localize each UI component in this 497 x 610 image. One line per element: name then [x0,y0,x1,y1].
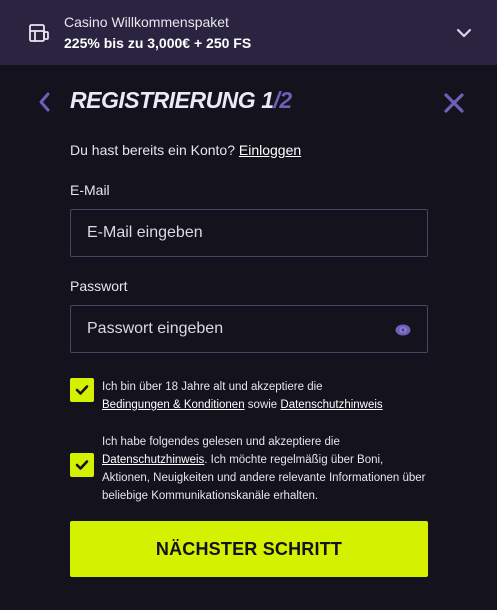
page-title: REGISTRIERUNG 1 / 2 [70,87,292,114]
age-consent-row: Ich bin über 18 Jahre alt und akzeptiere… [70,378,428,414]
promo-title: Casino Willkommenspaket [64,13,229,30]
email-placeholder: E-Mail eingeben [87,224,203,241]
privacy-link-2[interactable]: Datenschutzhinweis [102,454,204,466]
password-label: Passwort [70,278,128,294]
promo-text: Casino Willkommenspaket 225% bis zu 3,00… [64,13,251,53]
age-consent-checkbox[interactable] [70,378,94,402]
chevron-down-icon[interactable] [455,24,473,42]
close-icon[interactable] [443,92,465,114]
age-consent-text-mid: sowie [247,399,278,411]
login-prompt: Du hast bereits ein Konto? Einloggen [70,142,301,158]
terms-link[interactable]: Bedingungen & Konditionen [102,399,245,411]
next-step-button[interactable]: NÄCHSTER SCHRITT [70,521,428,577]
email-label: E-Mail [70,182,110,198]
privacy-link-1[interactable]: Datenschutzhinweis [280,399,382,411]
marketing-consent-row: Ich habe folgendes gelesen und akzeptier… [70,433,428,505]
login-link[interactable]: Einloggen [239,142,301,158]
password-placeholder: Passwort eingeben [87,320,224,337]
gift-box-icon [26,20,52,46]
marketing-consent-text: Ich habe folgendes gelesen und akzeptier… [102,433,428,505]
promo-bar[interactable]: Casino Willkommenspaket 225% bis zu 3,00… [0,0,497,65]
login-prompt-text: Du hast bereits ein Konto? [70,142,235,158]
age-consent-text-start: Ich bin über 18 Jahre alt und akzeptiere… [102,381,323,393]
checkmark-icon [75,460,89,470]
back-arrow-icon[interactable] [36,91,54,113]
step-total: 2 [279,87,292,113]
step-current: 1 [261,87,274,113]
email-field[interactable]: E-Mail eingeben [70,209,428,257]
registration-panel: REGISTRIERUNG 1 / 2 Du hast bereits ein … [0,65,497,610]
password-field[interactable]: Passwort eingeben [70,305,428,353]
eye-icon[interactable] [395,323,411,336]
marketing-consent-checkbox[interactable] [70,453,94,477]
promo-subtitle: 225% bis zu 3,000€ + 250 FS [64,34,252,51]
age-consent-text: Ich bin über 18 Jahre alt und akzeptiere… [102,378,428,414]
page-title-text: REGISTRIERUNG [70,87,256,113]
checkmark-icon [75,385,89,395]
marketing-consent-text-start: Ich habe folgendes gelesen und akzeptier… [102,436,340,448]
next-step-label: NÄCHSTER SCHRITT [155,538,343,559]
